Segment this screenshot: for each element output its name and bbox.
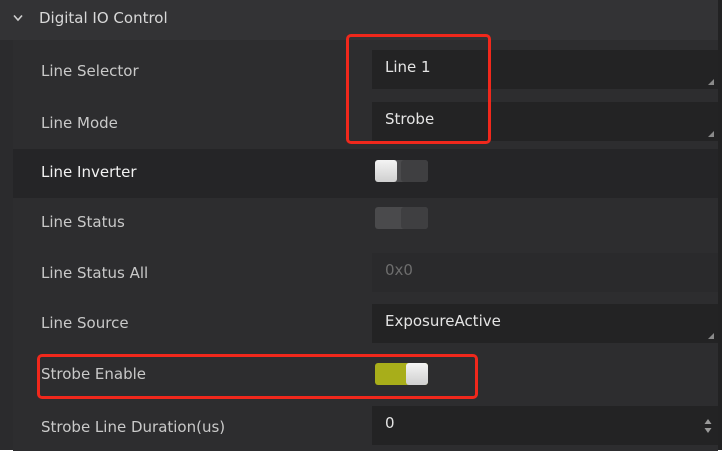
strobe-enable-label: Strobe Enable (41, 365, 147, 383)
row-strobe-enable: Strobe Enable (13, 351, 718, 400)
line-selector-value: Line 1 (385, 58, 431, 76)
toggle-knob (375, 160, 397, 182)
row-line-status-all: Line Status All 0x0 (13, 250, 718, 299)
strobe-line-duration-input[interactable]: 0 (372, 406, 718, 445)
dropdown-corner-icon (708, 79, 714, 85)
toggle-knob (406, 363, 428, 385)
toggle-track (401, 160, 428, 182)
spinner-arrows-icon[interactable] (704, 418, 712, 434)
line-status-all-label: Line Status All (41, 264, 149, 282)
line-selector-label: Line Selector (41, 62, 139, 80)
dropdown-corner-icon (708, 333, 714, 339)
line-status-all-value: 0x0 (385, 261, 413, 279)
row-line-selector: Line Selector Line 1 (13, 50, 718, 99)
line-status-label: Line Status (41, 213, 125, 231)
indent-strip (0, 40, 13, 450)
line-selector-dropdown[interactable]: Line 1 (372, 50, 718, 89)
line-mode-label: Line Mode (41, 114, 118, 132)
section-header[interactable]: Digital IO Control (0, 0, 718, 40)
line-inverter-toggle[interactable] (375, 160, 428, 182)
row-line-status: Line Status (13, 199, 718, 248)
scrollbar[interactable] (718, 0, 722, 450)
line-mode-value: Strobe (385, 110, 435, 128)
strobe-enable-toggle[interactable] (375, 363, 428, 385)
strobe-line-duration-label: Strobe Line Duration(us) (41, 418, 226, 436)
row-line-source: Line Source ExposureActive (13, 301, 718, 350)
line-source-label: Line Source (41, 314, 129, 332)
properties-panel: Digital IO Control Line Selector Line 1 … (0, 0, 722, 451)
strobe-line-duration-value: 0 (385, 414, 395, 432)
line-inverter-label: Line Inverter (41, 163, 137, 181)
row-line-inverter: Line Inverter (13, 149, 718, 198)
line-status-all-field: 0x0 (372, 253, 718, 292)
chevron-down-icon[interactable] (13, 14, 23, 22)
dropdown-corner-icon (708, 131, 714, 137)
row-line-mode: Line Mode Strobe (13, 101, 718, 150)
line-source-value: ExposureActive (385, 312, 501, 330)
toggle-track (401, 207, 428, 229)
row-strobe-line-duration: Strobe Line Duration(us) 0 (13, 402, 718, 451)
line-status-toggle (375, 207, 428, 229)
line-mode-dropdown[interactable]: Strobe (372, 102, 718, 141)
line-source-dropdown[interactable]: ExposureActive (372, 304, 718, 343)
section-title: Digital IO Control (39, 9, 168, 27)
